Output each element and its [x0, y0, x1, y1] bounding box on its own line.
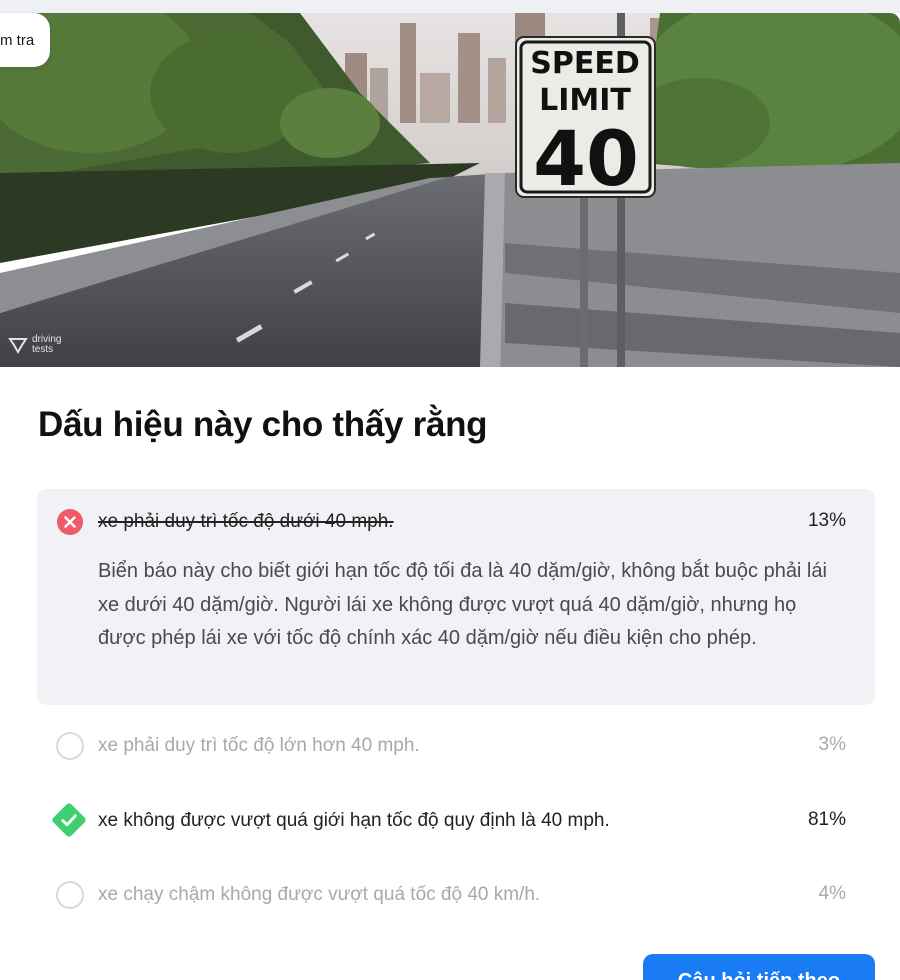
correct-answer-icon: [52, 803, 86, 837]
sign-line-1: SPEED: [530, 46, 639, 81]
sign-value: 40: [533, 114, 639, 203]
exam-badge-label: m tra: [0, 31, 35, 49]
wrong-answer-icon: [57, 509, 83, 535]
answer-option-row[interactable]: xe chạy chậm không được vượt quá tốc độ …: [37, 862, 875, 928]
radio-empty-icon[interactable]: [56, 732, 84, 760]
question-title: Dấu hiệu này cho thấy rằng: [38, 405, 488, 444]
next-question-button[interactable]: Câu hỏi tiếp theo: [643, 954, 875, 980]
watermark-text: driving tests: [32, 334, 62, 355]
driving-tests-logo-icon: [8, 338, 28, 354]
answer-option-text: xe không được vượt quá giới hạn tốc độ q…: [98, 810, 610, 831]
answer-option-3[interactable]: xe không được vượt quá giới hạn tốc độ q…: [37, 788, 875, 854]
exam-badge[interactable]: m tra: [0, 13, 51, 67]
answer-option-row[interactable]: xe phải duy trì tốc độ dưới 40 mph. 13%: [37, 489, 875, 555]
answer-option-text: xe phải duy trì tốc độ dưới 40 mph.: [98, 511, 394, 532]
answer-option-percent: 13%: [807, 510, 846, 531]
answer-explanation: Biển báo này cho biết giới hạn tốc độ tố…: [98, 560, 827, 649]
answer-option-percent: 4%: [818, 883, 846, 904]
answer-option-row[interactable]: xe không được vượt quá giới hạn tốc độ q…: [37, 788, 875, 854]
answer-option-percent: 3%: [818, 734, 846, 755]
top-strip: [0, 0, 900, 13]
watermark: driving tests: [8, 335, 61, 355]
answer-option-2[interactable]: xe phải duy trì tốc độ lớn hơn 40 mph. 3…: [37, 713, 875, 779]
answer-option-1[interactable]: xe phải duy trì tốc độ dưới 40 mph. 13% …: [37, 489, 875, 705]
answer-option-text: xe phải duy trì tốc độ lớn hơn 40 mph.: [98, 735, 420, 756]
answer-option-row[interactable]: xe phải duy trì tốc độ lớn hơn 40 mph. 3…: [37, 713, 875, 779]
answer-option-4[interactable]: xe chạy chậm không được vượt quá tốc độ …: [37, 862, 875, 928]
answer-option-text: xe chạy chậm không được vượt quá tốc độ …: [98, 884, 541, 905]
radio-empty-icon[interactable]: [56, 881, 84, 909]
sign-line-2: LIMIT: [539, 83, 631, 118]
answer-option-percent: 81%: [807, 809, 846, 830]
question-image: SPEED LIMIT 40: [0, 13, 900, 367]
